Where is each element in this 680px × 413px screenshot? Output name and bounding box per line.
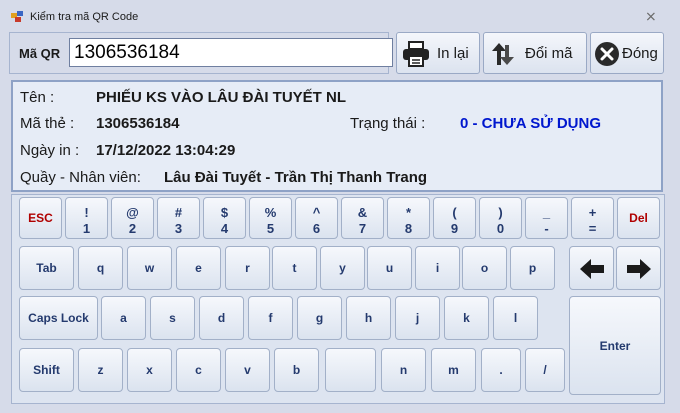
close-button-label: Đóng (622, 45, 658, 62)
key-y[interactable]: y (320, 246, 365, 290)
window-close-icon[interactable]: ⨯ (645, 9, 657, 23)
key-delete[interactable]: Del (617, 197, 660, 239)
key-r[interactable]: r (225, 246, 270, 290)
key-c[interactable]: c (176, 348, 221, 392)
key-d[interactable]: d (199, 296, 244, 340)
key-tab[interactable]: Tab (19, 246, 74, 290)
key-equals[interactable]: + = (571, 197, 614, 239)
status-label: Trạng thái : (350, 115, 426, 132)
close-circle-icon (595, 42, 619, 66)
key-q[interactable]: q (78, 246, 123, 290)
key-x[interactable]: x (127, 348, 172, 392)
card-label: Mã thẻ : (20, 115, 75, 132)
printer-icon (403, 41, 429, 67)
key-u[interactable]: u (367, 246, 412, 290)
qr-input-group: Mã QR (9, 32, 393, 74)
counter-value: Lâu Đài Tuyết - Trần Thị Thanh Trang (164, 169, 428, 186)
key-1[interactable]: ! 1 (65, 197, 108, 239)
close-button[interactable]: Đóng (590, 32, 664, 74)
print-button-label: In lại (437, 45, 469, 62)
window-title: Kiểm tra mã QR Code (30, 11, 139, 23)
key-v[interactable]: v (225, 348, 270, 392)
key-l[interactable]: l (493, 296, 538, 340)
right-arrow-icon (627, 259, 651, 279)
status-value: 0 - CHƯA SỬ DỤNG (460, 115, 602, 132)
key-w[interactable]: w (127, 246, 172, 290)
date-value: 17/12/2022 13:04:29 (96, 142, 236, 159)
name-value: PHIẾU KS VÀO LÂU ĐÀI TUYẾT NL (96, 89, 347, 106)
key-t[interactable]: t (272, 246, 317, 290)
key-left-arrow[interactable] (569, 246, 614, 290)
key-i[interactable]: i (415, 246, 460, 290)
key-k[interactable]: k (444, 296, 489, 340)
key-b[interactable]: b (274, 348, 319, 392)
key-shift[interactable]: Shift (19, 348, 74, 392)
key-f[interactable]: f (248, 296, 293, 340)
key-z[interactable]: z (78, 348, 123, 392)
key-m[interactable]: m (431, 348, 476, 392)
exchange-code-button[interactable]: Đổi mã (483, 32, 587, 74)
key-p[interactable]: p (510, 246, 555, 290)
key-enter[interactable]: Enter (569, 296, 661, 395)
ticket-info-panel: Tên : PHIẾU KS VÀO LÂU ĐÀI TUYẾT NL Mã t… (11, 80, 663, 192)
app-icon (11, 11, 23, 22)
virtual-keyboard: ESC ! 1 @2 #3 $4 % 5 ^ 6 & 7 * 8 (9 ) 0 _ - + = … (11, 194, 665, 404)
key-6[interactable]: ^ 6 (295, 197, 338, 239)
key-0[interactable]: ) 0 (479, 197, 522, 239)
key-8[interactable]: * 8 (387, 197, 430, 239)
left-arrow-icon (580, 259, 604, 279)
key-9[interactable]: (9 (433, 197, 476, 239)
date-label: Ngày in : (20, 142, 80, 159)
key-slash[interactable]: / (525, 348, 565, 392)
name-label: Tên : (20, 89, 55, 106)
exchange-code-button-label: Đổi mã (525, 45, 573, 62)
key-7[interactable]: & 7 (341, 197, 384, 239)
key-caps-lock[interactable]: Caps Lock (19, 296, 98, 340)
key-a[interactable]: a (101, 296, 146, 340)
title-bar: Kiểm tra mã QR Code ⨯ (0, 0, 680, 32)
counter-label: Quầy - Nhân viên: (20, 169, 141, 186)
key-4[interactable]: $4 (203, 197, 246, 239)
key-esc[interactable]: ESC (19, 197, 62, 239)
exchange-icon (492, 43, 514, 65)
key-5[interactable]: % 5 (249, 197, 292, 239)
qr-code-input[interactable] (69, 38, 393, 67)
key-e[interactable]: e (176, 246, 221, 290)
key-2[interactable]: @2 (111, 197, 154, 239)
print-button[interactable]: In lại (396, 32, 480, 74)
key-j[interactable]: j (395, 296, 440, 340)
key-h[interactable]: h (346, 296, 391, 340)
key-o[interactable]: o (462, 246, 507, 290)
card-value: 1306536184 (96, 115, 180, 132)
key-minus[interactable]: _ - (525, 197, 568, 239)
key-g[interactable]: g (297, 296, 342, 340)
key-period[interactable]: . (481, 348, 521, 392)
key-space[interactable] (325, 348, 376, 392)
key-right-arrow[interactable] (616, 246, 661, 290)
qr-label: Mã QR (19, 46, 61, 61)
key-s[interactable]: s (150, 296, 195, 340)
key-3[interactable]: #3 (157, 197, 200, 239)
key-n[interactable]: n (381, 348, 426, 392)
